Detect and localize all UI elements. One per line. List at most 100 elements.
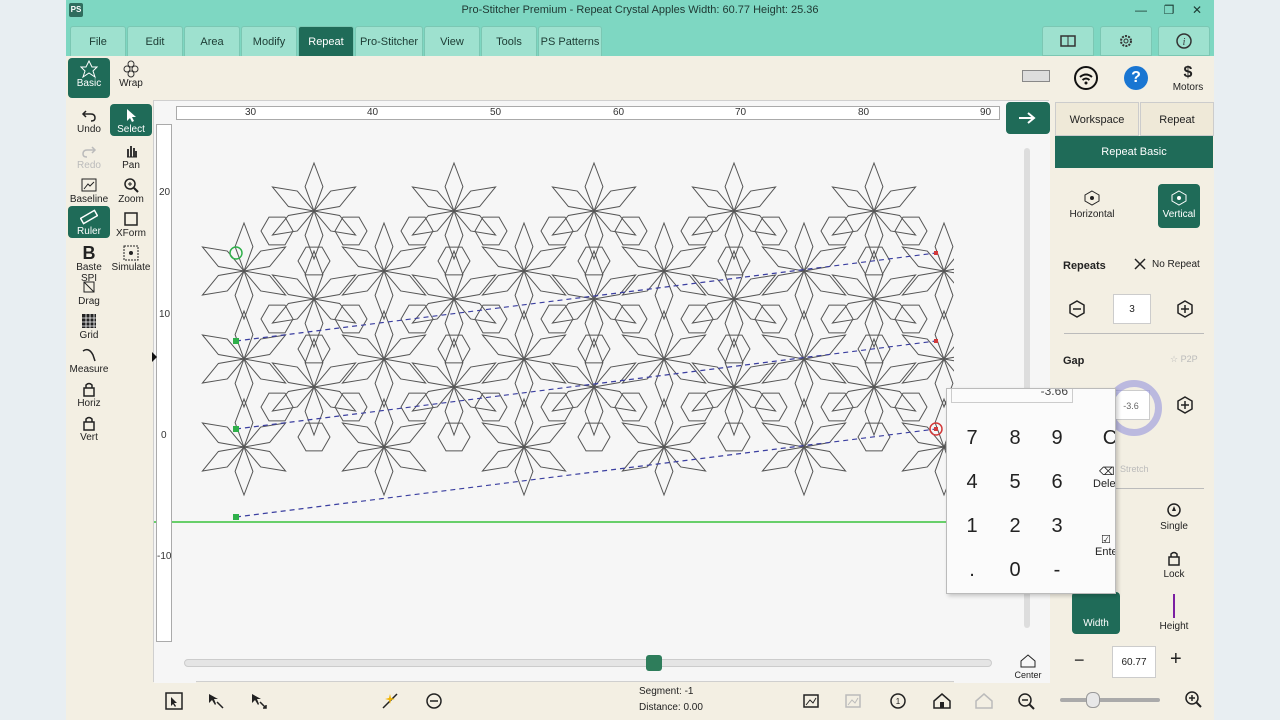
key-9[interactable]: 9 [1042,427,1072,450]
pattern-drawing[interactable] [154,101,1068,683]
key-1[interactable]: 1 [957,515,987,538]
background-button[interactable] [843,690,865,712]
increase-repeats-button[interactable] [1176,300,1194,321]
help-icon[interactable]: ? [1124,66,1148,90]
expand-panel-button[interactable] [1006,102,1050,134]
wifi-icon[interactable] [1074,66,1098,93]
menu-repeat[interactable]: Repeat [298,26,354,56]
key-5[interactable]: 5 [1000,471,1030,494]
key-0[interactable]: 0 [1000,559,1030,582]
key-2[interactable]: 2 [1000,515,1030,538]
baste-spi-tool[interactable]: B Baste SPI [68,242,110,285]
grid-tool[interactable]: Grid [68,310,110,341]
star-petal [201,446,246,472]
basic-tool[interactable]: Basic [68,58,110,98]
motors-button[interactable]: $ Motors [1166,64,1210,93]
pan-tool[interactable]: Pan [110,140,152,171]
restore-button[interactable]: ❐ [1154,0,1184,20]
baseline-tool[interactable]: Baseline [68,174,110,205]
image-icon [845,694,861,708]
stretch-button[interactable]: Stretch [1120,464,1149,474]
minimize-button[interactable]: — [1126,0,1156,20]
key-6[interactable]: 6 [1042,471,1072,494]
tab-workspace[interactable]: Workspace [1055,102,1139,136]
menu-edit[interactable]: Edit [127,26,183,56]
single-button[interactable]: Single [1148,502,1200,532]
zoom-out-button[interactable] [1015,690,1037,712]
undo-button[interactable]: Undo [68,104,110,136]
xform-icon [124,212,138,226]
horizontal-scroll-thumb[interactable] [646,655,662,671]
measure-tool[interactable]: Measure [68,344,110,375]
menu-modify[interactable]: Modify [241,26,297,56]
vertical-repeat-button[interactable]: Vertical [1158,184,1200,228]
dollar-icon: $ [1183,64,1193,81]
menu-ps-patterns[interactable]: PS Patterns [538,26,602,56]
baseline-icon [81,178,97,192]
xform-tool[interactable]: XForm [110,208,152,239]
zoom-in-button[interactable] [1184,690,1202,711]
settings-toggle-button[interactable] [423,690,445,712]
key-4[interactable]: 4 [957,471,987,494]
previous-segment-button[interactable] [205,690,227,712]
dial-icon [426,693,442,709]
menu-area[interactable]: Area [184,26,240,56]
horiz-lock-tool[interactable]: Horiz [68,378,110,409]
tab-repeat[interactable]: Repeat [1140,102,1214,136]
key-minus[interactable]: - [1042,559,1072,582]
redo-button[interactable]: Redo [68,140,110,171]
key-delete[interactable]: ⌫ Dele [1093,465,1115,490]
height-button[interactable]: Height [1148,594,1200,632]
increase-gap-button[interactable] [1176,396,1194,417]
quilt-view-button[interactable] [973,690,995,712]
key-enter[interactable]: ☑ Ente [1095,533,1115,558]
info-button[interactable]: i [1158,26,1210,56]
center-button[interactable]: Center [1010,650,1046,680]
keypad-display: -3.66 [951,389,1073,403]
increase-size-button[interactable]: + [1170,648,1182,671]
wrap-tool[interactable]: Wrap [110,58,152,98]
p2p-button[interactable]: ☆ P2P [1170,354,1198,365]
zoom-tool[interactable]: Zoom [110,174,152,205]
ruler-tool[interactable]: Ruler [68,206,110,238]
width-button[interactable]: Width [1072,592,1120,634]
drag-tool[interactable]: Drag [68,276,110,307]
size-input[interactable]: 60.77 [1112,646,1156,678]
key-decimal[interactable]: . [957,559,987,582]
decrease-repeats-button[interactable] [1068,300,1086,321]
zoom-slider-thumb[interactable] [1086,692,1100,708]
select-tool[interactable]: Select [110,104,152,136]
repeats-input[interactable]: 3 [1113,294,1151,324]
end-point-marker [934,339,938,343]
library-button[interactable] [1042,26,1094,56]
hexagon [680,216,714,246]
vert-lock-tool[interactable]: Vert [68,412,110,443]
menu-file[interactable]: File [70,26,126,56]
no-repeat-button[interactable]: No Repeat [1134,258,1200,270]
zoom-slider[interactable] [1060,698,1160,702]
settings-button[interactable] [1100,26,1152,56]
design-view-button[interactable] [801,690,823,712]
horizontal-scrollbar[interactable] [184,659,992,667]
lock-button[interactable]: Lock [1148,550,1200,580]
key-3[interactable]: 3 [1042,515,1072,538]
key-clear[interactable]: C [1095,427,1115,450]
close-button[interactable]: ✕ [1182,0,1212,20]
home-button[interactable] [931,690,953,712]
key-8[interactable]: 8 [1000,427,1030,450]
menu-pro-stitcher[interactable]: Pro-Stitcher [355,26,423,56]
menu-tools[interactable]: Tools [481,26,537,56]
stitch-toggle-button[interactable] [379,690,401,712]
next-segment-button[interactable] [248,690,270,712]
select-all-button[interactable] [163,690,185,712]
hexagon [400,392,434,422]
key-7[interactable]: 7 [957,427,987,450]
quilt-canvas[interactable] [153,100,1068,683]
zoom-fit-button[interactable]: 1 [887,690,909,712]
menu-view[interactable]: View [424,26,480,56]
star-petal [522,422,567,448]
hexagon [820,392,854,422]
simulate-tool[interactable]: Simulate [110,242,152,273]
horizontal-repeat-button[interactable]: Horizontal [1060,184,1124,228]
decrease-size-button[interactable]: − [1074,650,1085,671]
